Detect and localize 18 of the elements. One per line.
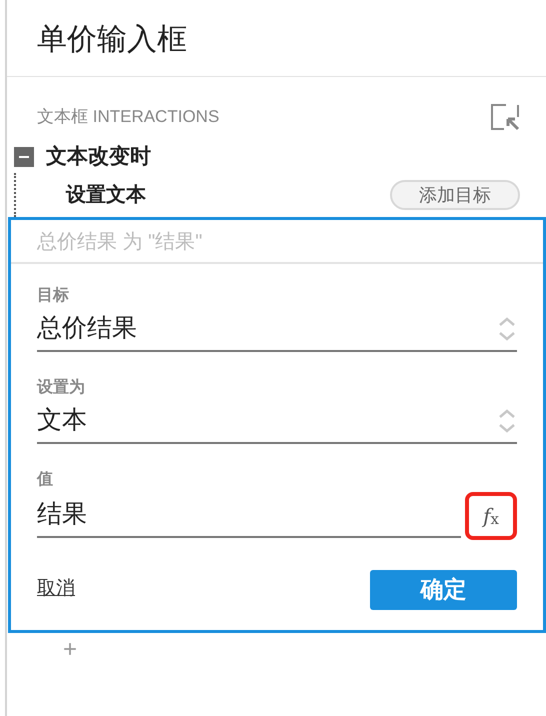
add-target-button[interactable]: 添加目标 [390, 180, 520, 210]
action-label: 设置文本 [66, 182, 146, 208]
field-label: 值 [37, 470, 54, 490]
event-label: 文本改变时 [46, 144, 151, 170]
up-down-chevron-icon [497, 406, 517, 434]
panel-title: 单价输入框 [7, 0, 546, 77]
collapse-toggle-icon[interactable] [14, 146, 34, 167]
field-label: 目标 [37, 286, 70, 306]
interactions-heading: 文本框 INTERACTIONS [37, 106, 220, 128]
select-field[interactable]: 文本 [37, 400, 517, 444]
collapse-to-corner-icon[interactable] [490, 103, 520, 131]
function-button[interactable]: f$_{x}$ [465, 492, 517, 540]
value-field[interactable]: 结果 [37, 494, 461, 538]
cancel-link[interactable]: 取消 [37, 575, 75, 604]
field-label: 设置为 [37, 378, 86, 398]
select-field[interactable]: 总价结果 [37, 308, 517, 352]
up-down-chevron-icon [497, 314, 517, 342]
action-summary: 总价结果 为 "结果" [11, 220, 543, 264]
